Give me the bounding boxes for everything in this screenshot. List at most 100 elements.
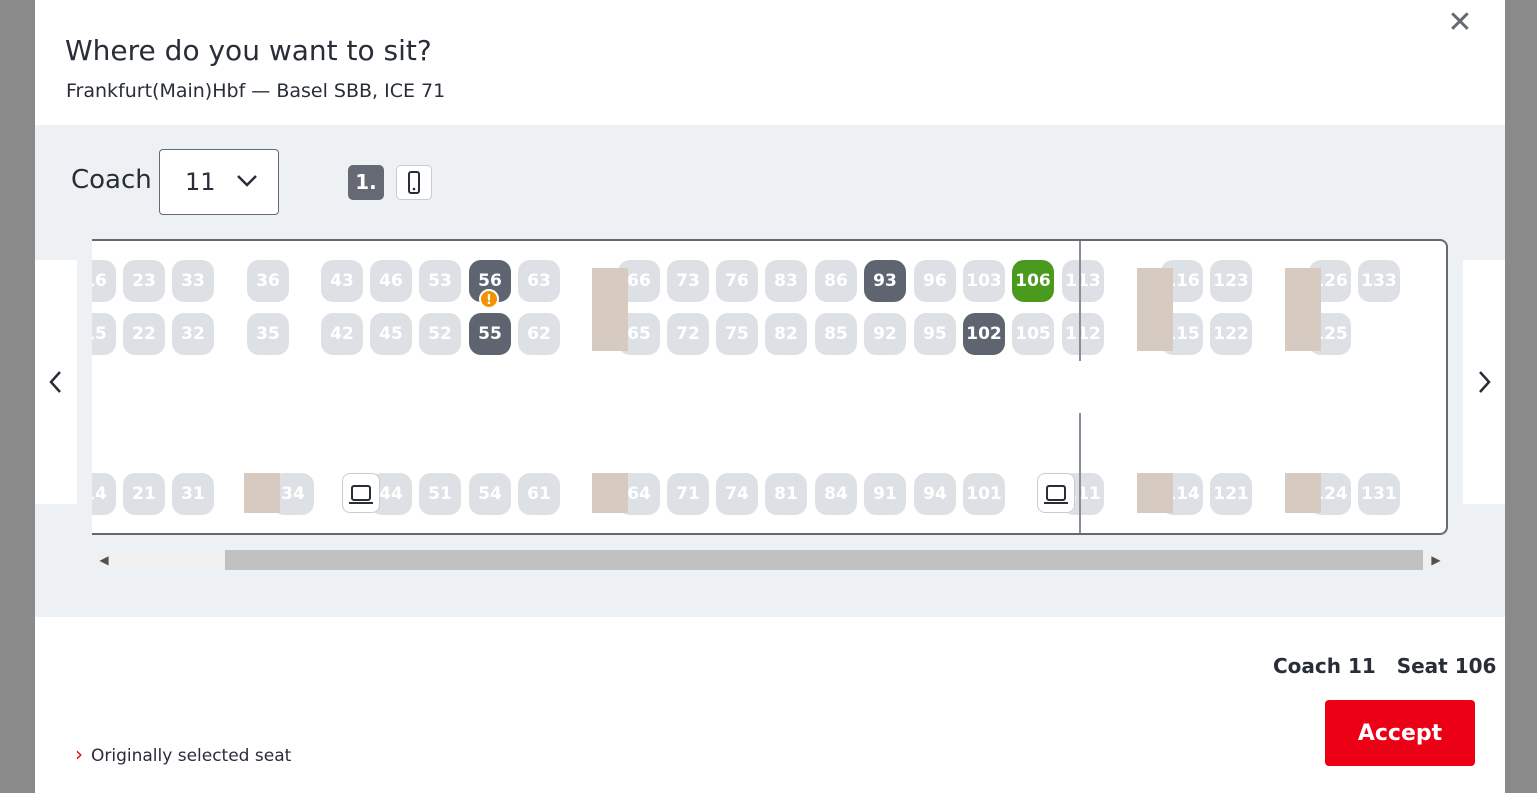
seat-61[interactable]: 61	[518, 473, 560, 515]
seat-number: 52	[428, 324, 452, 344]
seat-number: 74	[725, 484, 749, 504]
seat-22[interactable]: 22	[123, 313, 165, 355]
original-seat-label: Originally selected seat	[91, 746, 292, 766]
seat-42[interactable]: 42	[321, 313, 363, 355]
seat-number: 44	[379, 484, 403, 504]
seat-35[interactable]: 35	[247, 313, 289, 355]
seat-76[interactable]: 76	[716, 260, 758, 302]
seat-112[interactable]: 112	[1062, 313, 1104, 355]
seat-45[interactable]: 45	[370, 313, 412, 355]
seat-95[interactable]: 95	[914, 313, 956, 355]
coach-section-divider	[1079, 413, 1081, 533]
seat-81[interactable]: 81	[765, 473, 807, 515]
seat-number: 112	[1065, 324, 1101, 344]
seat-number: 82	[774, 324, 798, 344]
seat-43[interactable]: 43	[321, 260, 363, 302]
seat-106[interactable]: 106	[1012, 260, 1054, 302]
scroll-right-arrow[interactable]: ▶	[1426, 550, 1446, 570]
seat-84[interactable]: 84	[815, 473, 857, 515]
seat-62[interactable]: 62	[518, 313, 560, 355]
seat-number: 61	[527, 484, 551, 504]
seat-15[interactable]: 15	[92, 313, 116, 355]
coach-select[interactable]: 11	[159, 149, 279, 215]
seat-number: 22	[132, 324, 156, 344]
seat-73[interactable]: 73	[667, 260, 709, 302]
seat-number: 36	[256, 271, 280, 291]
seat-number: 133	[1361, 271, 1397, 291]
seat-105[interactable]: 105	[1012, 313, 1054, 355]
seat-113[interactable]: 113	[1062, 260, 1104, 302]
seat-number: 102	[966, 324, 1002, 344]
seat-21[interactable]: 21	[123, 473, 165, 515]
seat-32[interactable]: 32	[172, 313, 214, 355]
seat-number: 95	[923, 324, 947, 344]
seatmap-panel: Coach 11 1. 16 23 33 36 43 46 53 56! 63 66 73 76 83 8…	[35, 125, 1505, 617]
seat-number: 21	[132, 484, 156, 504]
seat-number: 42	[330, 324, 354, 344]
seat-number: 33	[181, 271, 205, 291]
seat-number: 34	[281, 484, 305, 504]
seat-123[interactable]: 123	[1210, 260, 1252, 302]
seat-103[interactable]: 103	[963, 260, 1005, 302]
table	[592, 268, 628, 351]
seat-91[interactable]: 91	[864, 473, 906, 515]
seat-51[interactable]: 51	[419, 473, 461, 515]
seat-92[interactable]: 92	[864, 313, 906, 355]
seat-number: 16	[92, 271, 107, 291]
seat-74[interactable]: 74	[716, 473, 758, 515]
seat-102[interactable]: 102	[963, 313, 1005, 355]
seat-number: 84	[824, 484, 848, 504]
seat-number: 122	[1213, 324, 1249, 344]
chevron-left-icon	[49, 371, 61, 393]
seat-number: 63	[527, 271, 551, 291]
seat-55[interactable]: 55	[469, 313, 511, 355]
seat-101[interactable]: 101	[963, 473, 1005, 515]
seat-number: 15	[92, 324, 107, 344]
seat-number: 83	[774, 271, 798, 291]
seat-83[interactable]: 83	[765, 260, 807, 302]
seat-number: 94	[923, 484, 947, 504]
dialog-subtitle: Frankfurt(Main)Hbf — Basel SBB, ICE 71	[66, 80, 446, 102]
seat-14[interactable]: 14	[92, 473, 116, 515]
accept-button[interactable]: Accept	[1325, 700, 1475, 766]
seat-85[interactable]: 85	[815, 313, 857, 355]
seat-number: 53	[428, 271, 452, 291]
seat-122[interactable]: 122	[1210, 313, 1252, 355]
seat-31[interactable]: 31	[172, 473, 214, 515]
scroll-left-arrow[interactable]: ◀	[94, 550, 114, 570]
seat-131[interactable]: 131	[1358, 473, 1400, 515]
seat-23[interactable]: 23	[123, 260, 165, 302]
seat-63[interactable]: 63	[518, 260, 560, 302]
seat-36[interactable]: 36	[247, 260, 289, 302]
seat-54[interactable]: 54	[469, 473, 511, 515]
originally-selected-seat-link[interactable]: › Originally selected seat	[75, 742, 291, 766]
seat-93[interactable]: 93	[864, 260, 906, 302]
seat-number: 76	[725, 271, 749, 291]
table	[1285, 473, 1321, 513]
selection-summary: Coach 11 Seat 106	[1273, 654, 1496, 678]
seat-133[interactable]: 133	[1358, 260, 1400, 302]
seat-75[interactable]: 75	[716, 313, 758, 355]
previous-coach-button[interactable]	[35, 260, 77, 504]
seat-96[interactable]: 96	[914, 260, 956, 302]
seat-33[interactable]: 33	[172, 260, 214, 302]
seat-71[interactable]: 71	[667, 473, 709, 515]
seat-94[interactable]: 94	[914, 473, 956, 515]
seat-53[interactable]: 53	[419, 260, 461, 302]
seat-56[interactable]: 56!	[469, 260, 511, 309]
seat-number: 106	[1015, 271, 1051, 291]
seat-52[interactable]: 52	[419, 313, 461, 355]
seat-86[interactable]: 86	[815, 260, 857, 302]
scrollbar-thumb[interactable]	[225, 550, 1423, 570]
seat-82[interactable]: 82	[765, 313, 807, 355]
seat-16[interactable]: 16	[92, 260, 116, 302]
seatmap-scrollbar[interactable]: ◀ ▶	[92, 550, 1448, 570]
next-coach-button[interactable]	[1463, 260, 1505, 504]
seat-46[interactable]: 46	[370, 260, 412, 302]
seat-72[interactable]: 72	[667, 313, 709, 355]
seat-number: 64	[627, 484, 651, 504]
seat-121[interactable]: 121	[1210, 473, 1252, 515]
seat-number: 56	[478, 271, 502, 291]
close-icon[interactable]: ✕	[1445, 8, 1475, 38]
seat-number: 75	[725, 324, 749, 344]
